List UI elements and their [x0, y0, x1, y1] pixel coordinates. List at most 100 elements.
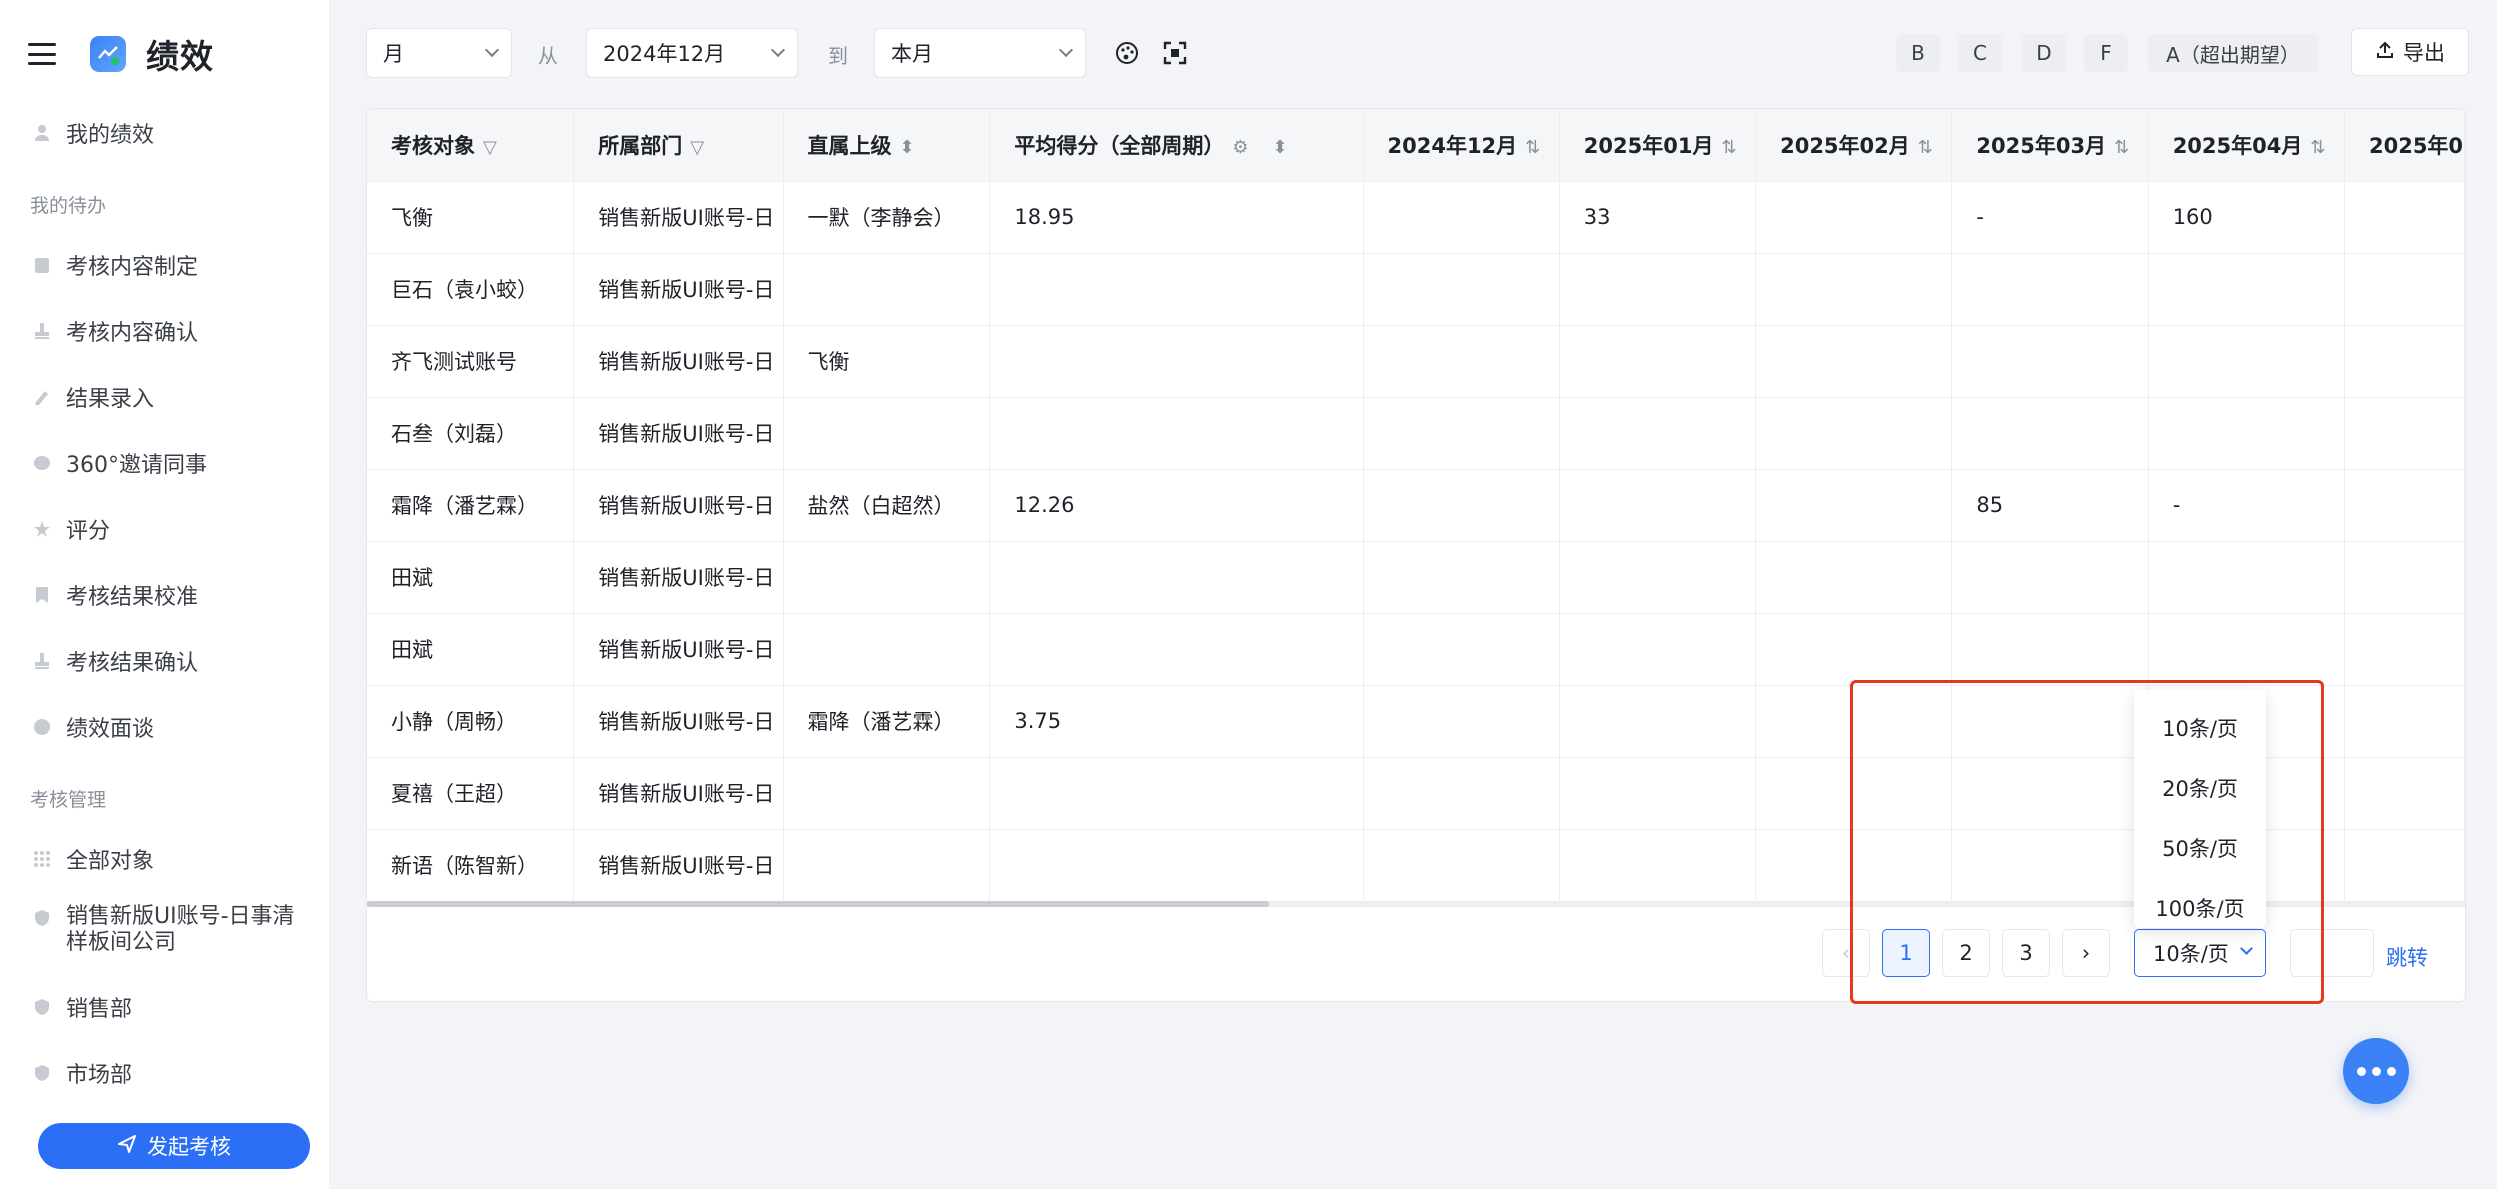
sidebar-item-interview[interactable]: 绩效面谈	[0, 694, 330, 760]
filter-icon[interactable]: ▽	[483, 137, 497, 158]
table-cell	[989, 397, 1364, 470]
column-header-period[interactable]: 2025年0	[2344, 109, 2465, 182]
sidebar-item-result-entry[interactable]: 结果录入	[0, 364, 330, 430]
export-label: 导出	[2403, 41, 2445, 65]
table-row[interactable]: 飞衡 销售新版UI账号-日 一默（李静会） 18.95 33 -160	[367, 181, 2465, 254]
sidebar-item-marketing-dept[interactable]: 市场部	[0, 1040, 330, 1106]
filter-icon[interactable]: ▽	[690, 137, 704, 158]
grade-filter-d[interactable]: D	[2022, 34, 2066, 72]
page-size-option-100[interactable]: 100条/页	[2134, 878, 2266, 938]
table-row[interactable]: 齐飞测试账号 销售新版UI账号-日 飞衡	[367, 325, 2465, 398]
sidebar-item-company[interactable]: 销售新版UI账号-日事清样板间公司	[0, 892, 330, 974]
table-row[interactable]: 石叁（刘磊） 销售新版UI账号-日	[367, 397, 2465, 470]
page-button-3[interactable]: 3	[2002, 929, 2050, 977]
table-cell	[2344, 181, 2465, 254]
grade-filter-a[interactable]: A（超出期望）	[2148, 34, 2318, 72]
sidebar-item-label: 销售新版UI账号-日事清样板间公司	[66, 904, 295, 955]
chat-icon	[32, 453, 52, 473]
table-cell	[1363, 253, 1560, 326]
table-cell: 飞衡	[367, 181, 575, 254]
table-cell	[2148, 253, 2345, 326]
launch-review-button[interactable]: 发起考核	[38, 1123, 310, 1169]
column-header-average[interactable]: 平均得分（全部周期） ⚙ ⬍	[989, 109, 1364, 182]
table-row[interactable]: 田斌 销售新版UI账号-日	[367, 613, 2465, 686]
period-type-select[interactable]: 月	[366, 28, 512, 78]
sidebar-item-label: 全部对象	[66, 849, 155, 874]
sort-icon[interactable]: ⇅	[2114, 137, 2129, 158]
fullscreen-icon[interactable]	[1162, 40, 1188, 66]
column-header-period[interactable]: 2025年03月 ⇅	[1951, 109, 2149, 182]
table-cell	[1755, 253, 1953, 326]
sort-icon[interactable]: ⇅	[1525, 137, 1540, 158]
page-size-option-50[interactable]: 50条/页	[2134, 818, 2266, 878]
jump-page-input[interactable]	[2290, 929, 2374, 977]
column-header-name[interactable]: 考核对象 ▽	[367, 109, 575, 182]
table-cell	[1363, 397, 1560, 470]
grade-filter-f[interactable]: F	[2084, 34, 2128, 72]
table-cell	[1755, 685, 1953, 758]
sidebar-item-my-performance[interactable]: 我的绩效	[0, 100, 330, 166]
table-cell: 3.75	[989, 685, 1364, 758]
sort-icon[interactable]: ⇅	[1918, 137, 1933, 158]
sidebar-item-label: 考核结果确认	[66, 651, 199, 676]
table-cell	[1951, 829, 2149, 902]
column-header-label: 2025年03月	[1976, 133, 2107, 158]
from-date-select[interactable]: 2024年12月	[586, 28, 798, 78]
prev-page-button[interactable]: ‹	[1822, 929, 1870, 977]
more-actions-button[interactable]	[2343, 1038, 2409, 1104]
table-cell: 销售新版UI账号-日	[573, 757, 784, 830]
table-cell: 霜降（潘艺霖）	[783, 685, 991, 758]
table-cell: -	[1951, 181, 2149, 254]
page-button-1[interactable]: 1	[1882, 929, 1930, 977]
page-size-option-10[interactable]: 10条/页	[2134, 698, 2266, 758]
table-cell: 销售新版UI账号-日	[573, 253, 784, 326]
sort-icon[interactable]: ⇅	[1721, 137, 1736, 158]
column-header-period[interactable]: 2025年04月 ⇅	[2148, 109, 2345, 182]
table-cell	[1951, 253, 2149, 326]
table-cell	[783, 757, 991, 830]
grade-filter-b[interactable]: B	[1896, 34, 1940, 72]
column-header-manager[interactable]: 直属上级 ⬍	[783, 109, 991, 182]
bookmark-icon	[32, 585, 52, 605]
table-row[interactable]: 田斌 销售新版UI账号-日	[367, 541, 2465, 614]
gear-icon[interactable]: ⚙	[1232, 137, 1248, 158]
sidebar-item-content-confirm[interactable]: 考核内容确认	[0, 298, 330, 364]
sidebar-item-all-objects[interactable]: 全部对象	[0, 826, 330, 892]
table-row[interactable]: 巨石（袁小蛟） 销售新版UI账号-日	[367, 253, 2465, 326]
column-header-label: 2025年01月	[1583, 133, 1714, 158]
palette-icon[interactable]	[1114, 40, 1140, 66]
column-header-period[interactable]: 2025年01月 ⇅	[1559, 109, 1757, 182]
to-date-select[interactable]: 本月	[874, 28, 1086, 78]
table-cell	[989, 829, 1364, 902]
menu-icon[interactable]	[28, 43, 56, 65]
sidebar-item-360-invite[interactable]: 360°邀请同事	[0, 430, 330, 496]
page-size-option-20[interactable]: 20条/页	[2134, 758, 2266, 818]
sidebar-item-scoring[interactable]: 评分	[0, 496, 330, 562]
scrollbar-thumb[interactable]	[367, 901, 1269, 907]
column-header-period[interactable]: 2025年02月 ⇅	[1755, 109, 1953, 182]
column-header-period[interactable]: 2024年12月 ⇅	[1363, 109, 1560, 182]
table-cell	[2344, 469, 2465, 542]
export-button[interactable]: 导出	[2351, 28, 2469, 76]
brand: 绩效	[28, 30, 214, 78]
sort-icon[interactable]: ⬍	[900, 137, 915, 158]
column-header-dept[interactable]: 所属部门 ▽	[573, 109, 784, 182]
chevron-down-icon	[2240, 942, 2253, 955]
table-cell	[2344, 685, 2465, 758]
sort-icon[interactable]: ⇅	[2310, 137, 2325, 158]
sidebar-item-calibration[interactable]: 考核结果校准	[0, 562, 330, 628]
page-button-2[interactable]: 2	[1942, 929, 1990, 977]
sidebar-item-label: 360°邀请同事	[66, 453, 207, 478]
jump-button[interactable]: 跳转	[2386, 942, 2428, 972]
sidebar-item-result-confirm[interactable]: 考核结果确认	[0, 628, 330, 694]
sort-icon[interactable]: ⬍	[1272, 137, 1287, 158]
next-page-button[interactable]: ›	[2062, 929, 2110, 977]
sidebar-item-sales-dept[interactable]: 销售部	[0, 974, 330, 1040]
grade-filter-c[interactable]: C	[1958, 34, 2002, 72]
star-icon	[32, 519, 52, 539]
sidebar-item-content-define[interactable]: 考核内容制定	[0, 232, 330, 298]
table-row[interactable]: 霜降（潘艺霖） 销售新版UI账号-日 盐然（白超然） 12.26 85-	[367, 469, 2465, 542]
column-header-label: 考核对象	[391, 133, 475, 158]
table-cell	[989, 253, 1364, 326]
table-cell	[1559, 685, 1757, 758]
